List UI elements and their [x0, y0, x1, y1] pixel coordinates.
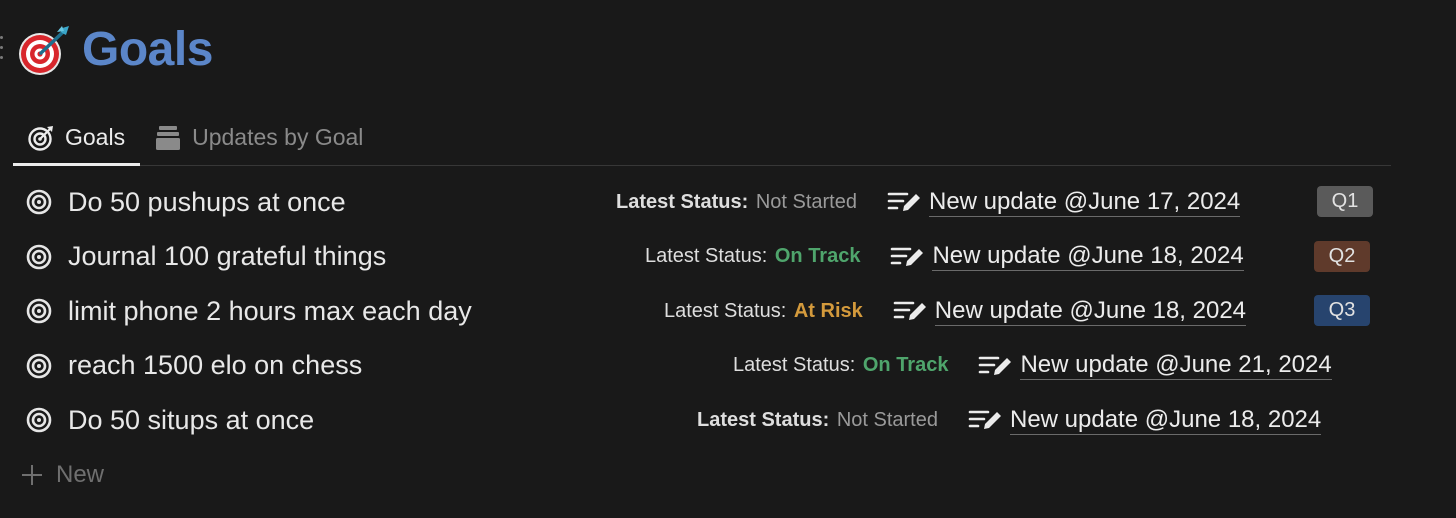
list-item[interactable]: limit phone 2 hours max each day Latest …: [0, 284, 1456, 339]
drag-handle[interactable]: [0, 36, 6, 62]
status-value: Not Started: [836, 408, 938, 431]
goal-title[interactable]: limit phone 2 hours max each day: [68, 296, 472, 327]
quarter-tag: Q2: [1314, 240, 1370, 272]
goals-list: Do 50 pushups at once Latest Status: Not…: [0, 175, 1456, 448]
tab-goals[interactable]: Goals: [13, 110, 141, 166]
update-link[interactable]: New update @June 21, 2024: [1020, 351, 1332, 380]
target-icon: [26, 244, 52, 269]
status-value: Not Started: [755, 190, 857, 213]
edit-list-icon: [893, 301, 926, 320]
edit-list-icon: [887, 192, 920, 211]
goal-title[interactable]: Do 50 situps at once: [68, 405, 314, 436]
view-tabs: Goals Updates by Goal: [13, 110, 1391, 166]
latest-status: Latest Status: Not Started: [616, 191, 857, 214]
status-label: Latest Status:: [733, 354, 856, 376]
tab-goals-label: Goals: [65, 124, 126, 150]
quarter-tag: Q1: [1317, 186, 1373, 217]
update-link[interactable]: New update @June 18, 2024: [934, 297, 1247, 326]
goal-title[interactable]: reach 1500 elo on chess: [68, 350, 362, 381]
new-item-button[interactable]: New: [20, 458, 104, 492]
quarter-tag: Q3: [1314, 295, 1370, 326]
latest-status: Latest Status: At Risk: [664, 300, 863, 323]
new-button-label: New: [56, 461, 105, 488]
status-value: On Track: [774, 245, 861, 267]
target-icon: [26, 189, 52, 215]
latest-status: Latest Status: On Track: [645, 245, 860, 268]
page-title: Goals: [82, 22, 213, 76]
update-link[interactable]: New update @June 18, 2024: [932, 242, 1244, 271]
page-header: Goals: [16, 18, 213, 80]
status-label: Latest Status:: [697, 408, 830, 431]
update-link[interactable]: New update @June 17, 2024: [928, 188, 1241, 217]
plus-icon: [22, 465, 42, 485]
tab-updates-by-goal-label: Updates by Goal: [192, 124, 364, 150]
dart-target-icon: [19, 26, 69, 75]
edit-list-icon: [968, 410, 1001, 429]
list-item[interactable]: Journal 100 grateful things Latest Statu…: [0, 230, 1456, 285]
latest-status: Latest Status: On Track: [733, 354, 948, 377]
latest-status: Latest Status: Not Started: [697, 409, 938, 432]
update-link[interactable]: New update @June 18, 2024: [1009, 406, 1322, 435]
target-icon: [26, 298, 52, 324]
target-icon: [26, 407, 52, 433]
goal-title[interactable]: Do 50 pushups at once: [68, 187, 346, 218]
target-icon: [28, 125, 53, 151]
target-icon: [26, 353, 52, 378]
status-value: At Risk: [793, 299, 863, 322]
list-item[interactable]: Do 50 situps at once Latest Status: Not …: [0, 393, 1456, 448]
list-item[interactable]: Do 50 pushups at once Latest Status: Not…: [0, 175, 1456, 230]
goal-title[interactable]: Journal 100 grateful things: [68, 241, 386, 272]
status-label: Latest Status:: [616, 190, 749, 213]
status-label: Latest Status:: [645, 245, 768, 267]
edit-list-icon: [891, 247, 924, 266]
list-item[interactable]: reach 1500 elo on chess Latest Status: O…: [0, 339, 1456, 394]
status-label: Latest Status:: [664, 299, 787, 322]
tab-updates-by-goal[interactable]: Updates by Goal: [140, 110, 378, 165]
edit-list-icon: [979, 356, 1012, 375]
status-value: On Track: [862, 354, 949, 376]
stack-icon: [156, 125, 181, 150]
